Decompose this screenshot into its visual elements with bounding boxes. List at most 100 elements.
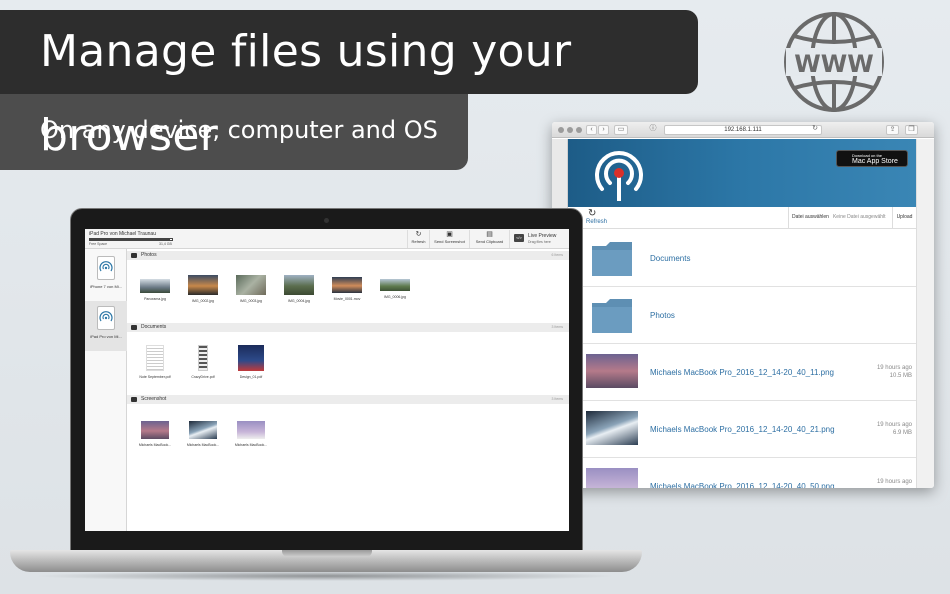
section-count: 3 Items (551, 397, 563, 401)
file-item[interactable]: Panorama.jpg (135, 279, 175, 301)
folder-icon (131, 397, 137, 402)
file-item[interactable]: CrazyDrive.pdf (183, 345, 223, 379)
list-item-meta: 19 hours ago 10.5 MB (877, 364, 912, 380)
browser-toolbar: ‹ › ▭ ⓘ 192.168.1.111 ↻ ⇪ ❐ (552, 122, 934, 138)
list-item[interactable]: Michaels MacBook Pro_2016_12_14-20_40_11… (568, 344, 916, 401)
device-item[interactable]: iPhone 7 von Mi... (85, 251, 127, 301)
minimize-dot[interactable] (567, 127, 573, 133)
file-chooser[interactable]: Datei auswählen Keine Datei ausgewählt (788, 207, 894, 228)
list-item-time: 19 hours ago (876, 422, 912, 428)
file-item[interactable]: IMG_0002.jpg (183, 275, 223, 303)
zoom-dot[interactable] (576, 127, 582, 133)
file-item[interactable]: Design_01.pdf (231, 345, 271, 379)
device-label: iPad Pro von Mi... (90, 334, 122, 339)
browser-scrollbar[interactable] (916, 139, 934, 488)
list-item[interactable]: Michaels MacBook Pro_2016_12_14-20_40_50… (568, 458, 916, 488)
storage-size-label: 31,4 GB (159, 242, 172, 246)
file-thumbnail (236, 275, 266, 295)
send-screenshot-button[interactable]: ▣ Send Screenshot (429, 230, 469, 248)
file-thumbnail (586, 354, 638, 388)
file-name: Movie_0001.mov (333, 297, 361, 301)
file-item[interactable]: Michaels MacBook... (183, 421, 223, 447)
file-name: Michaels MacBook... (186, 443, 220, 447)
app-store-badge[interactable]: Download on the Mac App Store (836, 150, 908, 167)
device-item-selected[interactable]: iPad Pro von Mi... (85, 301, 127, 351)
file-thumbnail (332, 277, 362, 293)
choose-file-button[interactable]: Datei auswählen (792, 214, 829, 220)
refresh-button[interactable]: ↻ Refresh (407, 230, 429, 248)
list-item-time: 19 hours ago (876, 365, 912, 371)
laptop-notch (282, 550, 372, 557)
web-actions-bar: ↻ Refresh Datei auswählen Keine Datei aus… (568, 207, 916, 229)
file-thumbnail (189, 421, 217, 439)
file-item[interactable]: Movie_0001.mov (327, 277, 367, 301)
tabs-button[interactable]: ❐ (905, 125, 918, 135)
list-item-name[interactable]: Michaels MacBook Pro_2016_12_14-20_40_21… (650, 401, 835, 458)
file-item[interactable]: Michaels MacBook... (231, 421, 271, 447)
device-title: iPad Pro von Michael Traunau (89, 231, 156, 237)
section-header: Documents 3 Items (127, 323, 569, 332)
folder-icon (592, 242, 632, 276)
section-header: Screenshot 3 Items (127, 395, 569, 404)
file-thumbnail (146, 345, 164, 371)
file-name: CrazyDrive.pdf (191, 375, 215, 379)
file-thumbnail (141, 421, 169, 439)
list-item-name[interactable]: Photos (650, 287, 675, 344)
list-item[interactable]: Documents (568, 230, 916, 287)
info-icon[interactable]: ⓘ (648, 125, 658, 135)
list-item-size: 6.9 MB (892, 430, 912, 436)
app-logo-icon (595, 151, 643, 201)
send-clipboard-label: Send Clipboard (475, 239, 504, 244)
storage-bar (89, 238, 173, 241)
sidebar-button[interactable]: ▭ (614, 125, 628, 135)
globe-icon: WWW (784, 12, 884, 112)
device-icon (97, 256, 115, 280)
file-item[interactable]: IMG_0004.jpg (279, 275, 319, 303)
list-item-meta: 19 hours ago (877, 478, 912, 486)
file-name: Michaels MacBook... (138, 443, 172, 447)
send-clipboard-button[interactable]: ▤ Send Clipboard (469, 230, 509, 248)
back-button[interactable]: ‹ (586, 125, 597, 135)
upload-button[interactable]: Upload (892, 207, 916, 228)
list-item-name[interactable]: Documents (650, 230, 690, 287)
section-name: Photos (141, 252, 157, 258)
file-item[interactable]: IMG_0006.jpg (375, 279, 415, 299)
file-thumbnail (586, 411, 638, 445)
mac-app-toolbar: iPad Pro von Michael Traunau Free Space … (85, 229, 569, 249)
file-name: Note September.pdf (139, 375, 171, 379)
list-item-name[interactable]: Michaels MacBook Pro_2016_12_14-20_40_50… (650, 458, 835, 488)
list-item[interactable]: Michaels MacBook Pro_2016_12_14-20_40_21… (568, 401, 916, 458)
section-name: Screenshot (141, 396, 167, 402)
device-sidebar: iPhone 7 von Mi... iPad Pro von Mi... (85, 249, 127, 531)
live-preview-label: Live Preview (528, 233, 557, 239)
live-preview-dropzone[interactable]: </> Live Preview Drag files here (509, 230, 569, 248)
device-icon (97, 306, 115, 330)
file-thumbnail (198, 345, 208, 371)
file-item[interactable]: Michaels MacBook... (135, 421, 175, 447)
file-browser-pane: Photos 6 Items Panorama.jpg IMG_0002.jpg… (127, 249, 569, 531)
free-space-label: Free Space (89, 242, 108, 246)
camera-dot (324, 218, 329, 223)
list-item-name[interactable]: Michaels MacBook Pro_2016_12_14-20_40_11… (650, 344, 834, 401)
url-field[interactable]: 192.168.1.111 (664, 125, 822, 135)
forward-button[interactable]: › (598, 125, 609, 135)
file-item[interactable]: IMG_0003.jpg (231, 275, 271, 303)
file-item[interactable]: Note September.pdf (135, 345, 175, 379)
file-name: Design_01.pdf (239, 375, 263, 379)
mac-app-window: iPad Pro von Michael Traunau Free Space … (85, 229, 569, 531)
no-file-label: Keine Datei ausgewählt (832, 214, 886, 220)
refresh-link[interactable]: Refresh (586, 219, 607, 225)
close-dot[interactable] (558, 127, 564, 133)
section-count: 6 Items (551, 253, 563, 257)
list-item[interactable]: Photos (568, 287, 916, 344)
file-thumbnail (237, 421, 265, 439)
send-screenshot-label: Send Screenshot (434, 239, 465, 244)
clipboard-icon: ▤ (486, 231, 493, 238)
list-item-size: 10.5 MB (889, 373, 912, 379)
web-file-list: Documents Photos Michaels MacBook Pro_20… (568, 230, 916, 488)
reload-icon[interactable]: ↻ (810, 125, 820, 135)
file-thumbnail (140, 279, 170, 293)
share-button[interactable]: ⇪ (886, 125, 899, 135)
refresh-icon[interactable]: ↻ (588, 208, 596, 219)
file-thumbnail (284, 275, 314, 295)
